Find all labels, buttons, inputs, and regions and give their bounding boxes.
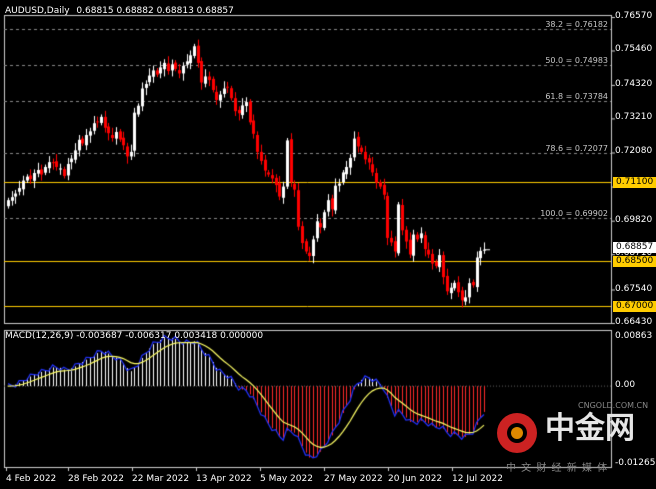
hline-price-tag: 0.71100 [613,176,656,188]
hline-price-tag: 0.68500 [613,255,656,267]
date-axis-label: 4 Feb 2022 [6,474,57,484]
macd-axis-label: 0.00863 [615,331,653,341]
macd-axis-label: 0.00 [615,380,636,391]
current-price-tag: 0.68857 [613,241,656,253]
price-axis-label: 0.76570 [615,11,653,21]
watermark-cn-sub: 中 文 财 经 新 媒 体 [506,463,609,474]
date-axis-label: 12 Jul 2022 [452,474,503,484]
date-axis-label: 28 Feb 2022 [68,474,125,484]
fibo-level-label: 100.0 = 0.69902 [540,208,608,218]
macd-header: MACD(12,26,9) -0.003687 -0.006317 0.0034… [5,331,264,341]
header-ohlc: 0.68815 0.68882 0.68813 0.68857 [76,6,234,16]
date-axis-label: 20 Jun 2022 [388,474,443,484]
price-axis-label: 0.73210 [615,112,653,123]
header-symbol: AUDUSD,Daily [5,6,70,16]
date-axis-label: 13 Apr 2022 [196,474,252,484]
hline-price-tag: 0.67000 [613,300,656,312]
price-axis-label: 0.75460 [615,44,653,55]
price-axis-label: 0.67540 [615,283,653,294]
chart-header: AUDUSD,Daily 0.68815 0.68882 0.68813 0.6… [5,6,234,17]
date-axis-label: 22 Mar 2022 [132,474,190,484]
fibo-level-label: 61.8 = 0.73784 [545,91,608,101]
fibo-level-label: 38.2 = 0.76182 [545,19,608,29]
fibo-level-label: 78.6 = 0.72077 [545,143,608,153]
watermark-cn-logo: 中金网 [545,411,635,446]
macd-axis-label: -0.012657 [615,458,656,468]
price-axis-label: 0.72080 [615,146,653,157]
price-axis-label: 0.69820 [615,214,653,225]
price-axis-label: 0.66430 [615,317,653,327]
cngold-logo-icon [497,413,537,453]
price-axis-label: 0.74320 [615,78,653,89]
fibo-level-label: 50.0 = 0.74983 [545,55,608,65]
date-axis-label: 5 May 2022 [260,474,313,484]
watermark-site: CNGOLD.COM.CN [578,401,649,410]
date-axis-label: 27 May 2022 [324,474,383,484]
